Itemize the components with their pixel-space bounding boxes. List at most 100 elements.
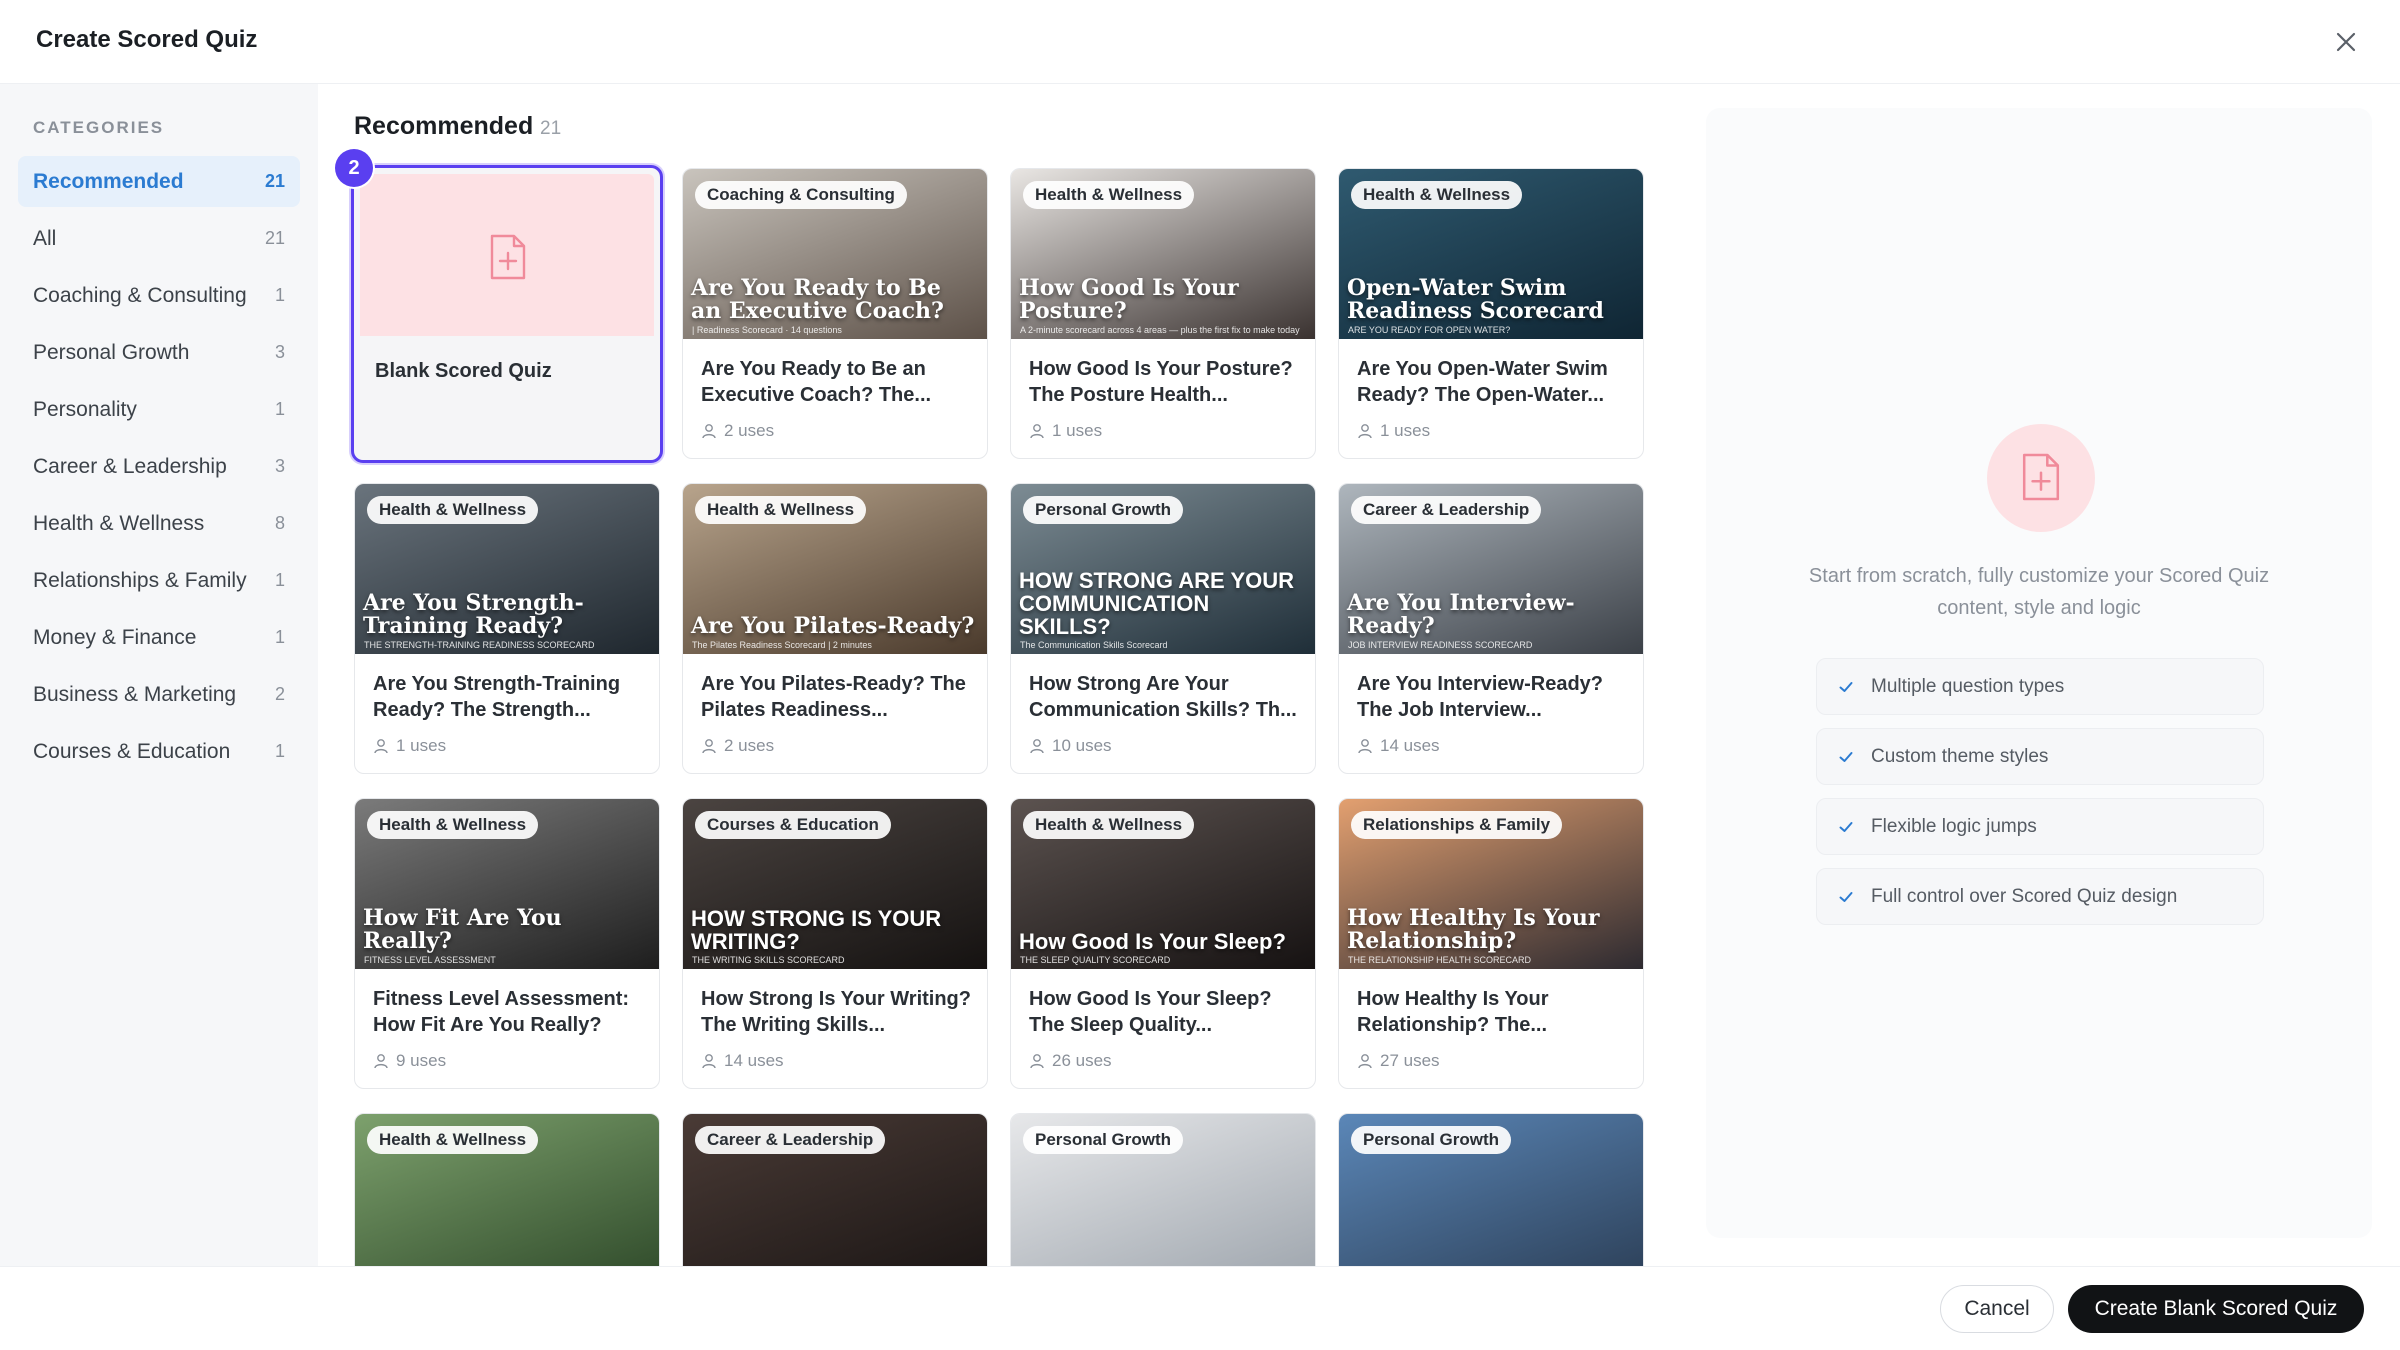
user-icon: [702, 424, 716, 439]
user-icon: [1030, 1054, 1044, 1069]
thumbnail-subline: THE WRITING SKILLS SCORECARD: [692, 955, 845, 965]
template-card[interactable]: Health & Wellness How Fit Are You Really?…: [354, 798, 660, 1089]
user-icon: [1358, 424, 1372, 439]
user-icon: [702, 739, 716, 754]
template-thumbnail: Health & Wellness How Good Is Your Postur…: [1011, 169, 1315, 339]
category-item[interactable]: All 21: [18, 213, 300, 264]
usage-count: 14 uses: [1357, 736, 1440, 756]
usage-label: 27 uses: [1380, 1051, 1440, 1070]
feature-list: Multiple question types Custom theme styl…: [1816, 658, 2264, 938]
template-card[interactable]: Health & Wellness Open-Water Swim Readine…: [1338, 168, 1644, 459]
template-card[interactable]: Personal Growth HOW STRONG ARE YOUR COMMU…: [1010, 483, 1316, 774]
usage-label: 14 uses: [724, 1051, 784, 1070]
template-card[interactable]: Career & Leadership Are You Interview-Rea…: [1338, 483, 1644, 774]
category-item[interactable]: Health & Wellness 8: [18, 498, 300, 549]
template-title: How Strong Are Your Communication Skills…: [1029, 673, 1297, 721]
category-item[interactable]: Money & Finance 1: [18, 612, 300, 663]
category-item[interactable]: Relationships & Family 1: [18, 555, 300, 606]
modal-title: Create Scored Quiz: [36, 26, 258, 53]
user-icon: [1030, 424, 1044, 439]
template-thumbnail: Personal Growth: [1011, 1114, 1315, 1266]
template-thumbnail: Health & Wellness Open-Water Swim Readine…: [1339, 169, 1643, 339]
thumbnail-headline: Are You Ready to Be an Executive Coach?: [691, 274, 944, 324]
template-card[interactable]: Career & Leadership: [682, 1113, 988, 1266]
usage-label: 14 uses: [1380, 736, 1440, 755]
template-thumbnail: Health & Wellness: [355, 1114, 659, 1266]
feature-item: Custom theme styles: [1816, 728, 2264, 785]
usage-count: 1 uses: [373, 736, 446, 756]
user-icon: [374, 1054, 388, 1069]
category-label: Personality: [33, 397, 137, 421]
feature-label: Custom theme styles: [1871, 745, 2049, 767]
template-title: How Healthy Is Your Relationship? The...: [1357, 988, 1549, 1036]
template-card[interactable]: Health & Wellness Are You Strength-Traini…: [354, 483, 660, 774]
category-item[interactable]: Personal Growth 3: [18, 327, 300, 378]
template-card[interactable]: Health & Wellness How Good Is Your Sleep?…: [1010, 798, 1316, 1089]
template-thumbnail: Health & Wellness Are You Pilates-Ready? T…: [683, 484, 987, 654]
template-card[interactable]: Health & Wellness How Good Is Your Postur…: [1010, 168, 1316, 459]
feature-label: Full control over Scored Quiz design: [1871, 885, 2178, 907]
blank-thumb: [360, 174, 654, 336]
category-tag: Personal Growth: [1023, 496, 1184, 524]
create-blank-quiz-button[interactable]: Create Blank Scored Quiz: [2068, 1285, 2364, 1333]
usage-count: 2 uses: [701, 736, 774, 756]
template-thumbnail: Health & Wellness Are You Strength-Traini…: [355, 484, 659, 654]
thumbnail-subline: FITNESS LEVEL ASSESSMENT: [364, 955, 496, 965]
template-thumbnail: Courses & Education HOW STRONG IS YOUR WR…: [683, 799, 987, 969]
category-tag: Health & Wellness: [367, 1126, 539, 1154]
template-title: Are You Interview-Ready? The Job Intervi…: [1357, 673, 1603, 721]
category-tag: Relationships & Family: [1351, 811, 1563, 839]
category-count: 3: [274, 342, 285, 362]
template-card[interactable]: Personal Growth: [1010, 1113, 1316, 1266]
thumbnail-headline: Open-Water Swim Readiness Scorecard: [1347, 274, 1604, 324]
template-title: How Good Is Your Sleep? The Sleep Qualit…: [1029, 988, 1272, 1036]
category-count: 1: [274, 399, 285, 419]
thumbnail-subline: JOB INTERVIEW READINESS SCORECARD: [1348, 640, 1533, 650]
category-item[interactable]: Courses & Education 1: [18, 726, 300, 777]
category-item[interactable]: Personality 1: [18, 384, 300, 435]
category-tag: Personal Growth: [1023, 1126, 1184, 1154]
category-item[interactable]: Recommended 21: [18, 156, 300, 207]
usage-count: 27 uses: [1357, 1051, 1440, 1071]
category-count: 1: [274, 570, 285, 590]
category-tag: Health & Wellness: [367, 811, 539, 839]
thumbnail-headline: HOW STRONG ARE YOUR COMMUNICATION SKILLS…: [1019, 567, 1295, 639]
cancel-button[interactable]: Cancel: [1940, 1285, 2054, 1333]
template-thumbnail: Personal Growth: [1339, 1114, 1643, 1266]
close-button[interactable]: [2328, 24, 2364, 60]
template-card[interactable]: Health & Wellness Are You Pilates-Ready? T…: [682, 483, 988, 774]
user-icon: [1030, 739, 1044, 754]
template-title: Are You Ready to Be an Executive Coach? …: [701, 358, 932, 406]
blank-quiz-title: Blank Scored Quiz: [375, 360, 552, 382]
template-card[interactable]: Coaching & Consulting Are You Ready to Be…: [682, 168, 988, 459]
category-item[interactable]: Business & Marketing 2: [18, 669, 300, 720]
step-badge: 2: [335, 149, 373, 187]
check-icon: [1839, 821, 1853, 832]
thumbnail-headline: Are You Strength-Training Ready?: [363, 589, 584, 639]
check-icon: [1839, 681, 1853, 692]
blank-quiz-card[interactable]: 2 Blank Scored Quiz: [335, 149, 663, 463]
thumbnail-subline: The Pilates Readiness Scorecard | 2 minu…: [692, 640, 872, 650]
category-tag: Courses & Education: [695, 811, 891, 839]
category-label: Relationships & Family: [33, 568, 247, 592]
category-tag: Career & Leadership: [1351, 496, 1542, 524]
feature-item: Multiple question types: [1816, 658, 2264, 715]
category-item[interactable]: Coaching & Consulting 1: [18, 270, 300, 321]
feature-label: Flexible logic jumps: [1871, 815, 2037, 837]
template-card[interactable]: Courses & Education HOW STRONG IS YOUR WR…: [682, 798, 988, 1089]
create-quiz-modal: Create Scored Quiz CATEGORIES Recommende…: [0, 0, 2400, 1350]
category-label: Coaching & Consulting: [33, 283, 247, 307]
user-icon: [702, 1054, 716, 1069]
template-title: Fitness Level Assessment: How Fit Are Yo…: [373, 988, 630, 1036]
category-item[interactable]: Career & Leadership 3: [18, 441, 300, 492]
category-tag: Health & Wellness: [1351, 181, 1523, 209]
modal-footer: Cancel Create Blank Scored Quiz: [0, 1266, 2400, 1350]
user-icon: [374, 739, 388, 754]
thumbnail-headline: How Fit Are You Really?: [363, 904, 562, 954]
template-card[interactable]: Personal Growth: [1338, 1113, 1644, 1266]
category-count: 21: [264, 171, 285, 191]
template-card[interactable]: Relationships & Family How Healthy Is You…: [1338, 798, 1644, 1089]
section-count: 21: [540, 118, 562, 139]
template-card[interactable]: Health & Wellness: [354, 1113, 660, 1266]
thumbnail-headline: How Good Is Your Sleep?: [1019, 928, 1286, 954]
